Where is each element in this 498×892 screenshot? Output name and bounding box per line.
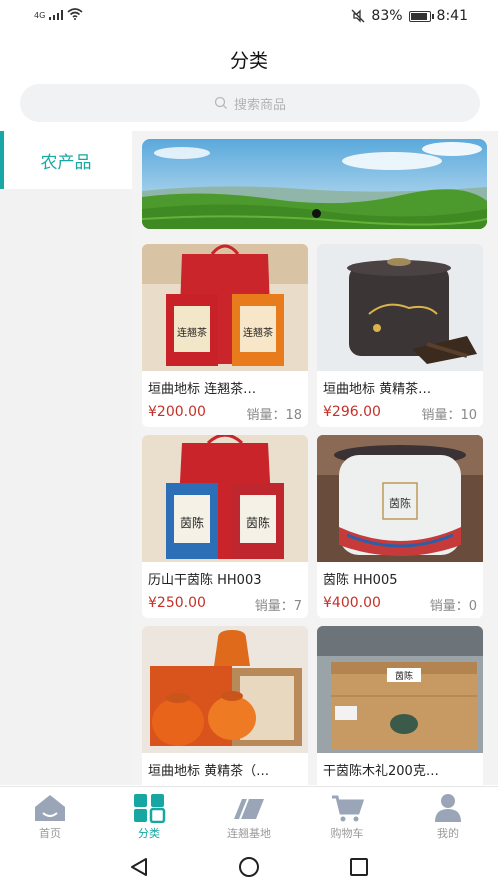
sidebar-item-agricultural[interactable]: 农产品: [0, 131, 132, 189]
tab-base[interactable]: 连翘基地: [204, 793, 294, 841]
status-right: 83% 8:41: [351, 8, 468, 24]
home-circle-icon[interactable]: [238, 856, 260, 878]
tab-home[interactable]: 首页: [5, 793, 95, 841]
search-placeholder: 搜索商品: [233, 97, 286, 113]
product-card[interactable]: 垣曲地标 黄精茶… ¥296.00 销量：10: [317, 244, 483, 427]
cart-icon: [332, 795, 364, 822]
sidebar-item-label: 农产品: [40, 152, 92, 173]
product-image-label: 连翘茶: [177, 326, 207, 339]
product-card[interactable]: 连翘茶 连翘茶 垣曲地标 连翘茶… ¥200.00 销量：18: [142, 244, 308, 427]
signal-icon: [49, 10, 64, 20]
tab-label: 分类: [138, 827, 160, 840]
product-card[interactable]: 垣曲地标 黄精茶（…: [142, 626, 308, 785]
tab-label: 我的: [437, 827, 459, 840]
product-price: ¥200.00: [148, 404, 206, 420]
product-card[interactable]: 茵陈 干茵陈木礼200克…: [317, 626, 483, 785]
bottom-tab-bar: 首页 分类 连翘基地 购物车 我的: [0, 786, 498, 847]
search-icon: [214, 96, 227, 109]
home-icon: [35, 795, 65, 821]
tab-label: 首页: [39, 827, 61, 840]
banner-image[interactable]: [142, 139, 487, 229]
product-price: ¥250.00: [148, 595, 206, 611]
signal-area: 4G: [34, 8, 83, 20]
category-sidebar: 农产品: [0, 131, 132, 785]
product-image: [317, 244, 483, 371]
user-icon: [435, 794, 461, 822]
product-image-label: 连翘茶: [243, 326, 273, 339]
product-image: 茵陈: [317, 626, 483, 753]
product-sales: 销量：10: [421, 408, 477, 423]
tab-label: 连翘基地: [227, 827, 271, 840]
product-sales: 销量：18: [246, 408, 302, 423]
product-sales: 销量：0: [429, 599, 477, 614]
product-name: 垣曲地标 黄精茶（…: [148, 764, 270, 779]
battery-percent: 83%: [371, 8, 403, 24]
banner-dot-indicator: [312, 209, 321, 218]
product-image-label: 茵陈: [395, 670, 413, 682]
product-card[interactable]: 茵陈 茵陈 历山干茵陈 HH003 ¥250.00 销量：7: [142, 435, 308, 618]
status-bar: 4G 83% 8:41: [0, 0, 498, 34]
search-input[interactable]: 搜索商品: [20, 84, 480, 122]
system-nav-bar: [0, 846, 498, 892]
product-card[interactable]: 茵陈 茵陈 HH005 ¥400.00 销量：0: [317, 435, 483, 618]
mute-icon: [351, 9, 365, 23]
product-sales: 销量：7: [254, 599, 302, 614]
product-name: 垣曲地标 黄精茶…: [323, 382, 432, 397]
product-price: ¥400.00: [323, 595, 381, 611]
product-name: 茵陈 HH005: [323, 573, 398, 588]
recents-icon[interactable]: [348, 856, 370, 878]
network-label: 4G: [34, 11, 46, 20]
page-title: 分类: [229, 50, 268, 72]
product-image-label: 茵陈: [389, 496, 411, 510]
product-image: [142, 626, 308, 753]
active-indicator: [0, 131, 4, 189]
base-icon: [234, 798, 264, 820]
product-image: 连翘茶 连翘茶: [142, 244, 308, 371]
back-icon[interactable]: [128, 856, 150, 878]
product-image: 茵陈: [317, 435, 483, 562]
product-image-label: 茵陈: [180, 515, 204, 530]
tab-label: 购物车: [330, 827, 364, 840]
product-image-label: 茵陈: [246, 515, 270, 530]
product-price: ¥296.00: [323, 404, 381, 420]
product-name: 干茵陈木礼200克…: [323, 764, 439, 779]
tab-category[interactable]: 分类: [104, 793, 194, 841]
wifi-icon: [67, 8, 83, 20]
product-image: 茵陈 茵陈: [142, 435, 308, 562]
product-name: 垣曲地标 连翘茶…: [148, 382, 257, 397]
category-grid-icon: [134, 794, 166, 823]
battery-icon: [408, 10, 434, 22]
product-content: 连翘茶 连翘茶 垣曲地标 连翘茶… ¥200.00 销量：18 垣曲地标 黄精茶…: [132, 131, 498, 785]
clock: 8:41: [436, 8, 468, 24]
tab-cart[interactable]: 购物车: [302, 793, 392, 841]
tab-mine[interactable]: 我的: [403, 793, 493, 841]
product-name: 历山干茵陈 HH003: [148, 573, 262, 588]
